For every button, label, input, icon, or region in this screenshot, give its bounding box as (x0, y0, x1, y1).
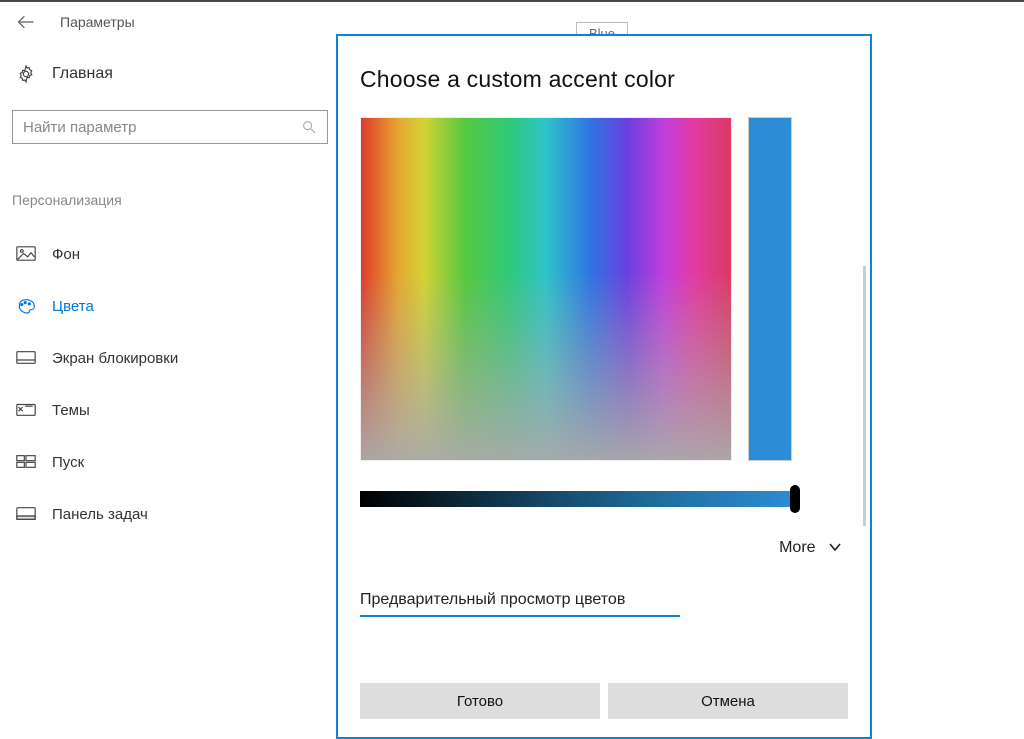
sidebar-item-start[interactable]: Пуск (12, 436, 328, 488)
value-bar[interactable] (748, 117, 792, 461)
lockscreen-icon (16, 350, 36, 366)
sidebar-item-taskbar[interactable]: Панель задач (12, 488, 328, 540)
sidebar-item-label: Цвета (52, 298, 94, 315)
themes-icon (16, 402, 36, 418)
sidebar-item-background[interactable]: Фон (12, 228, 328, 280)
dialog-title: Choose a custom accent color (360, 66, 848, 93)
more-label: More (779, 539, 815, 556)
hue-saturation-field[interactable] (360, 117, 732, 461)
dialog-scrollbar[interactable] (863, 266, 866, 526)
sidebar-nav: Фон Цвета Экран блокировки (12, 228, 328, 540)
home-row[interactable]: Главная (16, 64, 113, 84)
cancel-button[interactable]: Отмена (608, 683, 848, 719)
taskbar-icon (16, 506, 36, 522)
lightness-slider[interactable] (360, 491, 794, 507)
start-icon (16, 454, 36, 470)
color-picker-dialog: Choose a custom accent color More Предва… (336, 34, 872, 739)
window-title: Параметры (60, 14, 135, 30)
preview-label: Предварительный просмотр цветов (360, 591, 848, 609)
done-button-label: Готово (457, 693, 503, 710)
gear-icon (16, 64, 36, 84)
sidebar-item-label: Темы (52, 402, 90, 419)
sidebar-item-colors[interactable]: Цвета (12, 280, 328, 332)
search-placeholder: Найти параметр (23, 119, 301, 136)
sidebar-item-label: Панель задач (52, 506, 148, 523)
palette-icon (16, 298, 36, 314)
search-icon (301, 119, 317, 135)
header-row: Параметры (16, 12, 135, 32)
window-top-bar (0, 0, 1024, 2)
sidebar-item-lockscreen[interactable]: Экран блокировки (12, 332, 328, 384)
sidebar-item-label: Пуск (52, 454, 84, 471)
more-toggle[interactable]: More (360, 539, 848, 557)
back-icon[interactable] (16, 12, 36, 32)
sidebar-item-label: Фон (52, 246, 80, 263)
cancel-button-label: Отмена (701, 693, 755, 710)
home-label: Главная (52, 65, 113, 83)
preview-underline (360, 615, 680, 617)
done-button[interactable]: Готово (360, 683, 600, 719)
chevron-down-icon (828, 539, 842, 556)
category-label: Персонализация (12, 192, 122, 208)
sidebar-item-themes[interactable]: Темы (12, 384, 328, 436)
sidebar-item-label: Экран блокировки (52, 350, 178, 367)
slider-thumb[interactable] (790, 485, 800, 513)
search-input[interactable]: Найти параметр (12, 110, 328, 144)
picture-icon (16, 246, 36, 262)
